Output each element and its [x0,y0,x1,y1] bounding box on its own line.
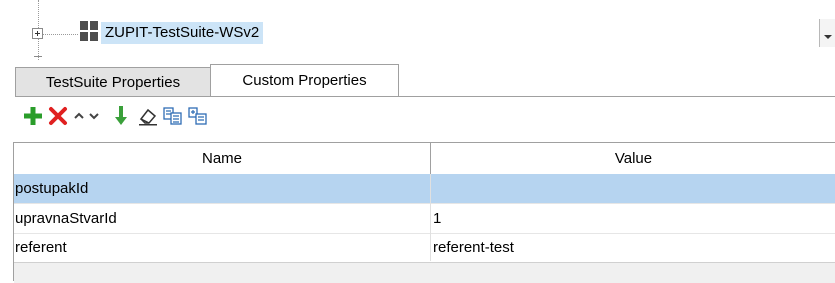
table-header: Name Value [14,143,835,175]
tree-node-test-suite[interactable]: ZUPIT-TestSuite-WSv2 [101,22,264,44]
paste-properties-icon[interactable] [186,103,210,129]
tabs-divider [15,96,835,97]
property-name-cell[interactable]: upravnaStvarId [15,204,428,233]
move-down-icon[interactable] [86,103,102,129]
add-property-icon[interactable] [21,103,45,129]
tree-connector-next [34,56,42,57]
property-value-cell[interactable] [433,174,833,203]
dropdown-scroll-arrow-icon[interactable] [819,19,835,47]
tree-connector-horizontal [40,34,78,35]
tree-node-above-partial [84,0,344,4]
column-header-name[interactable]: Name [14,143,431,174]
plus-expand-icon[interactable] [32,28,43,39]
table-row[interactable]: postupakId [14,174,835,203]
properties-toolbar [15,99,835,135]
properties-tabs: TestSuite Properties Custom Properties [0,64,835,98]
table-row[interactable]: referent referent-test [14,233,835,262]
property-value-cell[interactable]: 1 [433,204,833,233]
test-suite-icon [80,21,98,41]
load-from-file-icon[interactable] [109,103,133,129]
property-value-cell[interactable]: referent-test [433,233,833,262]
table-empty-area [14,262,835,283]
property-name-cell[interactable]: postupakId [15,174,428,203]
tab-testsuite-properties[interactable]: TestSuite Properties [15,67,211,96]
remove-property-icon[interactable] [46,103,70,129]
table-row[interactable]: upravnaStvarId 1 [14,204,835,233]
property-name-cell[interactable]: referent [15,233,428,262]
copy-properties-icon[interactable] [161,103,185,129]
move-up-icon[interactable] [71,103,87,129]
project-tree: ZUPIT-TestSuite-WSv2 [0,0,835,64]
custom-properties-table: Name Value postupakId upravnaStvarId 1 r… [13,142,835,283]
column-header-value[interactable]: Value [431,143,835,174]
tab-custom-properties[interactable]: Custom Properties [210,64,399,96]
clear-values-icon[interactable] [136,103,160,129]
column-divider [430,174,431,261]
